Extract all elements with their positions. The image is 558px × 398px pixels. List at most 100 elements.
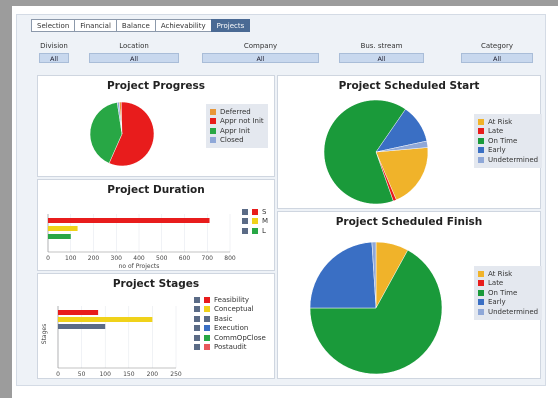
- legend-group-swatch: [194, 344, 200, 351]
- legend-swatch: [478, 156, 484, 163]
- legend-swatch: [204, 296, 210, 303]
- legend-item: Late: [478, 279, 538, 289]
- legend-item: M: [242, 217, 268, 227]
- legend-swatch: [210, 108, 216, 115]
- bar: [48, 226, 78, 231]
- legend-item: Deferred: [210, 107, 264, 117]
- panel-project-progress: Project Progress Deferred Appr not Init Ap…: [37, 75, 275, 177]
- legend-swatch: [252, 227, 258, 234]
- legend-label: Basic: [214, 314, 233, 323]
- tab-projects[interactable]: Projects: [210, 19, 251, 32]
- legend-swatch: [210, 118, 216, 125]
- tick-label: 400: [133, 255, 145, 262]
- panel-project-scheduled-finish: Project Scheduled Finish At Risk Late On T…: [277, 211, 543, 379]
- legend-item: Feasibility: [194, 295, 266, 305]
- tick-label: 0: [46, 255, 50, 262]
- legend-swatch: [478, 308, 484, 315]
- legend-swatch: [478, 289, 484, 296]
- legend-label: M: [262, 217, 269, 226]
- tick-label: 150: [123, 371, 135, 378]
- filter-company-label: Company: [243, 42, 278, 50]
- panel-project-stages: Project Stages 0 50 100 150 200 250 Stages Fea…: [37, 273, 275, 379]
- legend-item: Late: [478, 127, 538, 137]
- legend-swatch: [478, 147, 484, 154]
- project-scheduled-start-legend: At Risk Late On Time Early Undetermined: [474, 114, 543, 168]
- x-axis-label: no of Projects: [119, 263, 160, 270]
- filter-location-select[interactable]: All: [89, 53, 179, 63]
- tab-selection[interactable]: Selection: [31, 19, 75, 32]
- bar: [58, 324, 106, 329]
- legend-item: Undetermined: [478, 155, 538, 165]
- panel-project-duration: Project Duration 0 100 200 300 400 500 600 700 8…: [37, 179, 275, 271]
- filter-category-label: Category: [481, 42, 513, 50]
- legend-swatch: [210, 137, 216, 144]
- tick-label: 200: [147, 371, 159, 378]
- filter-bus-stream-select[interactable]: All: [339, 53, 424, 63]
- legend-group-swatch: [194, 334, 200, 341]
- legend-swatch: [478, 137, 484, 144]
- tick-label: 250: [170, 371, 182, 378]
- legend-swatch: [478, 128, 484, 135]
- legend-item: On Time: [478, 288, 538, 298]
- legend-label: Appr not Init: [220, 117, 264, 126]
- legend-group-swatch: [194, 306, 200, 313]
- legend-label: Execution: [214, 324, 249, 333]
- legend-label: L: [262, 226, 266, 235]
- legend-item: Appr Init: [210, 126, 264, 136]
- legend-label: Early: [488, 146, 506, 155]
- project-duration-legend: SML: [238, 204, 272, 239]
- tick-label: 50: [78, 371, 86, 378]
- filter-category: Category All: [461, 42, 533, 66]
- legend-item: Early: [478, 298, 538, 308]
- legend-item: Execution: [194, 324, 266, 334]
- legend-label: Late: [488, 127, 504, 136]
- legend-item: Undetermined: [478, 307, 538, 317]
- legend-swatch: [252, 218, 258, 225]
- legend-swatch: [478, 270, 484, 277]
- legend-swatch: [478, 299, 484, 306]
- tick-label: 100: [65, 255, 77, 262]
- legend-label: Postaudit: [214, 343, 247, 352]
- legend-item: Conceptual: [194, 305, 266, 315]
- filter-location-label: Location: [119, 42, 149, 50]
- dashboard: Selection Financial Balance Achievabilit…: [16, 14, 546, 386]
- filter-company-select[interactable]: All: [202, 53, 319, 63]
- legend-swatch: [204, 315, 210, 322]
- legend-label: On Time: [488, 288, 518, 297]
- legend-label: Appr Init: [220, 126, 250, 135]
- project-scheduled-finish-legend: At Risk Late On Time Early Undetermined: [474, 266, 543, 320]
- legend-swatch: [204, 325, 210, 332]
- pie-slice: [309, 241, 377, 309]
- panel-project-scheduled-start: Project Scheduled Start At Risk Late On Ti…: [277, 75, 543, 209]
- legend-label: Undetermined: [488, 307, 539, 316]
- legend-label: CommOpClose: [214, 333, 266, 342]
- tick-label: 0: [56, 371, 60, 378]
- legend-swatch: [204, 344, 210, 351]
- y-axis-label: Stages: [41, 324, 48, 344]
- tab-bar: Selection Financial Balance Achievabilit…: [31, 19, 251, 32]
- legend-item: At Risk: [478, 269, 538, 279]
- filter-division-select[interactable]: All: [39, 53, 69, 63]
- legend-swatch: [204, 306, 210, 313]
- legend-swatch: [210, 127, 216, 134]
- filter-division-label: Division: [40, 42, 68, 50]
- tick-label: 100: [99, 371, 111, 378]
- tick-label: 700: [202, 255, 214, 262]
- legend-item: L: [242, 226, 268, 236]
- legend-swatch: [204, 334, 210, 341]
- filter-category-select[interactable]: All: [461, 53, 533, 63]
- legend-group-swatch: [194, 315, 200, 322]
- tab-achievability[interactable]: Achievability: [154, 19, 211, 32]
- filter-bus-stream-label: Bus. stream: [360, 42, 403, 50]
- tab-financial[interactable]: Financial: [74, 19, 116, 32]
- tick-label: 600: [179, 255, 191, 262]
- legend-label: Closed: [220, 136, 244, 145]
- tick-label: 800: [224, 255, 236, 262]
- tab-balance[interactable]: Balance: [115, 19, 155, 32]
- legend-swatch: [252, 208, 258, 215]
- legend-swatch: [478, 280, 484, 287]
- legend-swatch: [478, 118, 484, 125]
- legend-label: At Risk: [488, 117, 513, 126]
- filter-location: Location All: [89, 42, 179, 66]
- legend-item: Closed: [210, 136, 264, 146]
